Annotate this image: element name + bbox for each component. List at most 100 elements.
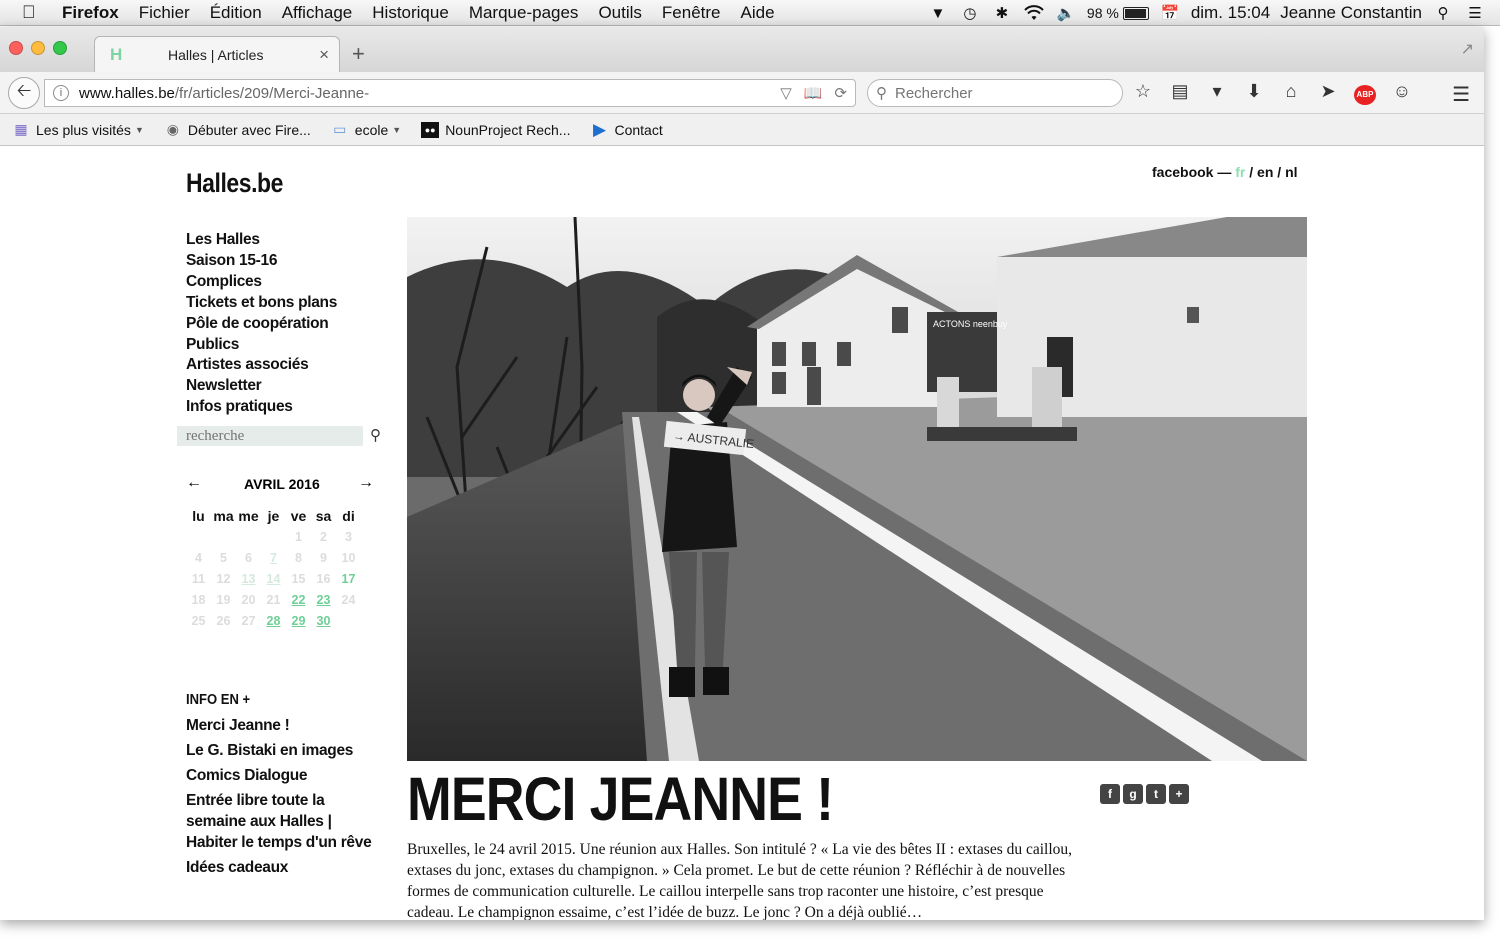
url-bar-actions: ▽ 📖 ⟳ — [780, 84, 847, 102]
url-bar[interactable]: i www.halles.be/fr/articles/209/Merci-Je… — [44, 79, 856, 107]
browser-search-bar[interactable]: ⚲ — [867, 79, 1123, 107]
calendar-day[interactable]: 14 — [261, 569, 286, 590]
lang-nl-link[interactable]: nl — [1285, 164, 1297, 180]
calendar-header: ← AVRIL 2016 → — [186, 474, 378, 498]
bookmark-les-plus-visites[interactable]: ▦ Les plus visités ▼ — [12, 121, 143, 138]
calendar-day: 27 — [241, 614, 256, 628]
events-calendar: ← AVRIL 2016 → lu ma me je ve sa di 1 2 3 4 5 6 7 8 9 10… — [186, 474, 378, 632]
close-tab-icon[interactable]: × — [319, 45, 329, 65]
google-plus-icon[interactable]: g — [1123, 784, 1143, 804]
calendar-prev-arrow-icon[interactable]: ← — [186, 474, 202, 492]
add-icon[interactable]: + — [1169, 784, 1189, 804]
adblock-icon[interactable]: ABP — [1354, 81, 1376, 105]
calendar-next-arrow-icon[interactable]: → — [358, 474, 374, 492]
downloads-icon[interactable]: ⬇ — [1243, 81, 1265, 105]
volume-icon[interactable]: 🔈 — [1055, 4, 1077, 22]
home-icon[interactable]: ⌂ — [1280, 81, 1302, 105]
menu-firefox[interactable]: Firefox — [62, 3, 119, 23]
tab-halles-articles[interactable]: H Halles | Articles × — [94, 36, 340, 73]
info-link-entree-libre[interactable]: Entrée libre toute la semaine aux Halles… — [186, 790, 386, 853]
search-icon[interactable]: ⚲ — [370, 426, 381, 444]
twitter-icon[interactable]: t — [1146, 784, 1166, 804]
menu-fichier[interactable]: Fichier — [139, 3, 190, 23]
tab-title: Halles | Articles — [168, 47, 264, 63]
new-tab-button[interactable]: + — [352, 41, 365, 67]
back-button[interactable]: 🡠 — [8, 77, 40, 109]
calendar-day: 15 — [291, 572, 306, 586]
apple-icon[interactable]:  — [22, 2, 48, 23]
reload-icon[interactable]: ⟳ — [834, 84, 847, 102]
chat-icon[interactable]: ☺ — [1391, 81, 1413, 105]
wifi-icon[interactable] — [1023, 4, 1045, 22]
info-link-comics-dialogue[interactable]: Comics Dialogue — [186, 765, 386, 786]
bookmark-debuter-avec-firefox[interactable]: ◉ Débuter avec Fire... — [164, 121, 311, 138]
site-search-input[interactable] — [177, 426, 363, 446]
menu-fenetre[interactable]: Fenêtre — [662, 3, 721, 23]
zoom-window-button[interactable] — [53, 41, 67, 55]
calendar-menubar-icon[interactable]: 📅 — [1159, 4, 1181, 22]
menu-edition[interactable]: Édition — [210, 3, 262, 23]
nav-artistes-associes[interactable]: Artistes associés — [186, 355, 337, 376]
calendar-day: 19 — [216, 593, 231, 607]
nav-tickets[interactable]: Tickets et bons plans — [186, 293, 337, 314]
info-link-idees-cadeaux[interactable]: Idées cadeaux — [186, 857, 386, 878]
nav-saison[interactable]: Saison 15-16 — [186, 251, 337, 272]
calendar-day[interactable]: 22 — [286, 590, 311, 611]
menu-affichage[interactable]: Affichage — [282, 3, 353, 23]
menubar-user[interactable]: Jeanne Constantin — [1280, 3, 1422, 23]
bluetooth-icon[interactable]: ✱ — [991, 4, 1013, 22]
info-link-bistaki[interactable]: Le G. Bistaki en images — [186, 740, 386, 761]
pocket-icon[interactable]: ▾ — [1206, 81, 1228, 105]
history-dropdown-icon[interactable]: ▽ — [780, 84, 792, 102]
calendar-day[interactable]: 29 — [286, 611, 311, 632]
bookmark-contact[interactable]: ▶ Contact — [590, 120, 663, 140]
reader-view-icon[interactable]: 📖 — [804, 84, 823, 102]
menu-marque-pages[interactable]: Marque-pages — [469, 3, 579, 23]
firefox-window: H Halles | Articles × + ↗ 🡠 i www.halles… — [0, 27, 1484, 920]
nav-newsletter[interactable]: Newsletter — [186, 376, 337, 397]
calendar-day-name: lu — [192, 508, 205, 524]
fullscreen-icon[interactable]: ↗ — [1461, 39, 1474, 59]
spotlight-icon[interactable]: ⚲ — [1432, 4, 1454, 22]
calendar-day: 5 — [220, 551, 227, 565]
site-logo[interactable]: Halles.be — [186, 168, 283, 199]
url-path: /fr/articles/209/Merci-Jeanne- — [174, 84, 370, 102]
bookmark-nounproject[interactable]: ●● NounProject Rech... — [421, 121, 570, 138]
facebook-link[interactable]: facebook — — [1152, 164, 1231, 180]
menu-outils[interactable]: Outils — [598, 3, 641, 23]
bookmark-star-icon[interactable]: ☆ — [1132, 81, 1154, 105]
menubar-clock[interactable]: dim. 15:04 — [1191, 3, 1270, 23]
url-text[interactable]: www.halles.be/fr/articles/209/Merci-Jean… — [79, 85, 369, 102]
globe-icon: ◉ — [166, 121, 179, 137]
chevron-down-icon: ▼ — [392, 124, 402, 135]
facebook-icon[interactable]: f — [1100, 784, 1120, 804]
nav-les-halles[interactable]: Les Halles — [186, 230, 337, 251]
notification-center-icon[interactable]: ☰ — [1464, 4, 1486, 22]
minimize-window-button[interactable] — [31, 41, 45, 55]
article-title: MERCI JEANNE ! — [407, 765, 834, 833]
vpn-icon[interactable]: ▼ — [927, 4, 949, 22]
nav-pole-cooperation[interactable]: Pôle de coopération — [186, 314, 337, 335]
site-info-icon[interactable]: i — [53, 85, 69, 101]
calendar-day[interactable]: 30 — [311, 611, 336, 632]
lang-en-link[interactable]: / en / — [1249, 164, 1281, 180]
send-icon[interactable]: ➤ — [1317, 81, 1339, 105]
bookmarks-menu-icon[interactable]: ▤ — [1169, 81, 1191, 105]
browser-search-input[interactable] — [895, 84, 1105, 102]
calendar-day[interactable]: 7 — [261, 548, 286, 569]
nav-publics[interactable]: Publics — [186, 335, 337, 356]
info-link-merci-jeanne[interactable]: Merci Jeanne ! — [186, 715, 386, 736]
close-window-button[interactable] — [9, 41, 23, 55]
time-machine-icon[interactable]: ◷ — [959, 4, 981, 22]
menu-aide[interactable]: Aide — [741, 3, 775, 23]
nav-infos-pratiques[interactable]: Infos pratiques — [186, 397, 337, 418]
calendar-day[interactable]: 28 — [261, 611, 286, 632]
battery-indicator[interactable]: 98 % — [1087, 5, 1149, 21]
calendar-day[interactable]: 13 — [236, 569, 261, 590]
hamburger-menu-icon[interactable]: ☰ — [1452, 82, 1470, 107]
nav-complices[interactable]: Complices — [186, 272, 337, 293]
menu-historique[interactable]: Historique — [372, 3, 449, 23]
bookmark-ecole[interactable]: ▭ ecole ▼ — [331, 121, 401, 138]
lang-fr-link[interactable]: fr — [1235, 164, 1245, 180]
calendar-day[interactable]: 23 — [311, 590, 336, 611]
